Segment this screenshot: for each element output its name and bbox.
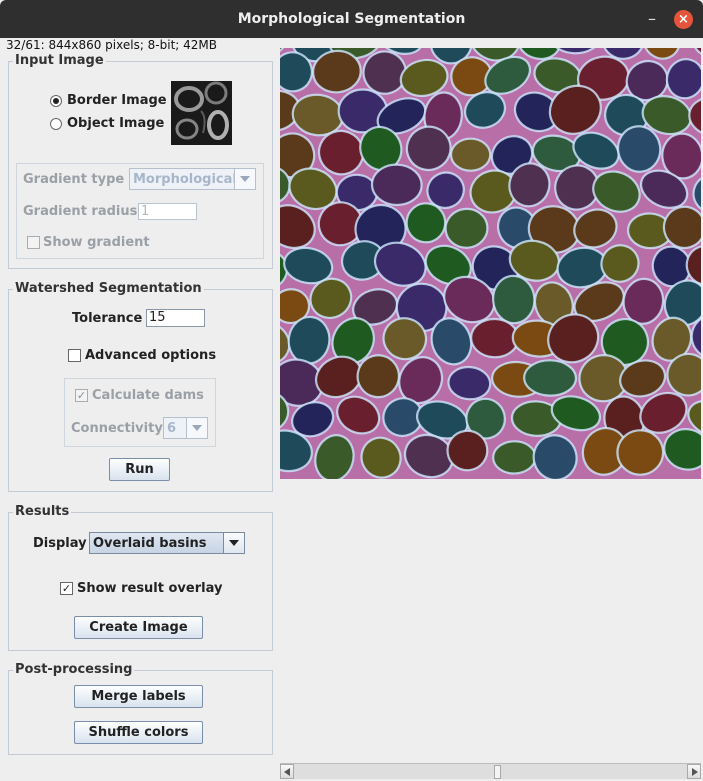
- border-image-radio[interactable]: [50, 95, 62, 107]
- basin-cell: [492, 440, 537, 475]
- show-result-overlay-checkbox[interactable]: ✓: [60, 582, 73, 595]
- shuffle-colors-button[interactable]: Shuffle colors: [74, 721, 203, 744]
- input-image-thumbnail: [171, 81, 232, 145]
- display-label: Display: [33, 536, 87, 551]
- gradient-type-select[interactable]: Morphological: [129, 168, 256, 190]
- show-result-overlay-label[interactable]: Show result overlay: [77, 581, 222, 596]
- input-image-title: Input Image: [13, 53, 106, 68]
- calculate-dams-checkbox[interactable]: ✓: [75, 389, 88, 402]
- arrow-right-icon[interactable]: [687, 764, 701, 779]
- tolerance-input[interactable]: 15: [146, 309, 205, 327]
- connectivity-select[interactable]: 6: [163, 417, 208, 439]
- chevron-down-icon: [223, 533, 244, 553]
- gradient-type-value: Morphological: [133, 172, 237, 187]
- gradient-type-label: Gradient type: [23, 172, 125, 187]
- title-bar: Morphological Segmentation – ×: [0, 0, 703, 38]
- post-processing-title: Post-processing: [13, 662, 135, 677]
- gradient-radius-label: Gradient radius: [23, 204, 138, 219]
- connectivity-label: Connectivity: [71, 421, 163, 436]
- object-image-radio[interactable]: [50, 118, 62, 130]
- merge-labels-button[interactable]: Merge labels: [74, 685, 203, 708]
- overlaid-basins-canvas[interactable]: [280, 48, 701, 479]
- basin-cell: [523, 359, 578, 397]
- horizontal-scrollbar[interactable]: [280, 763, 701, 779]
- border-image-label[interactable]: Border Image: [67, 93, 167, 108]
- watershed-title: Watershed Segmentation: [13, 281, 204, 296]
- show-gradient-checkbox[interactable]: [27, 236, 40, 249]
- run-button[interactable]: Run: [109, 458, 170, 481]
- basin-cell: [449, 137, 492, 172]
- arrow-left-icon[interactable]: [280, 764, 294, 779]
- close-icon[interactable]: ×: [674, 10, 693, 29]
- results-title: Results: [13, 504, 72, 519]
- create-image-button[interactable]: Create Image: [74, 616, 203, 639]
- object-image-label[interactable]: Object Image: [67, 116, 164, 131]
- display-select[interactable]: Overlaid basins: [89, 532, 245, 554]
- chevron-down-icon: [186, 418, 207, 438]
- chevron-down-icon: [234, 169, 255, 189]
- connectivity-value: 6: [167, 421, 177, 436]
- image-status: 32/61: 844x860 pixels; 8-bit; 42MB: [6, 38, 218, 52]
- segmentation-image[interactable]: [280, 48, 701, 479]
- show-gradient-label[interactable]: Show gradient: [43, 235, 150, 250]
- advanced-options-label[interactable]: Advanced options: [85, 348, 216, 363]
- tolerance-label: Tolerance: [72, 311, 143, 326]
- calculate-dams-label[interactable]: Calculate dams: [92, 388, 204, 403]
- gradient-radius-input[interactable]: 1: [138, 203, 197, 220]
- advanced-options-checkbox[interactable]: [68, 349, 81, 362]
- display-value: Overlaid basins: [93, 536, 207, 551]
- window-title: Morphological Segmentation: [237, 11, 466, 27]
- basin-cell: [370, 163, 423, 207]
- basin-cell: [616, 429, 665, 476]
- scrollbar-thumb[interactable]: [494, 765, 501, 779]
- basin-cell: [470, 317, 520, 359]
- minimize-icon[interactable]: –: [644, 9, 660, 29]
